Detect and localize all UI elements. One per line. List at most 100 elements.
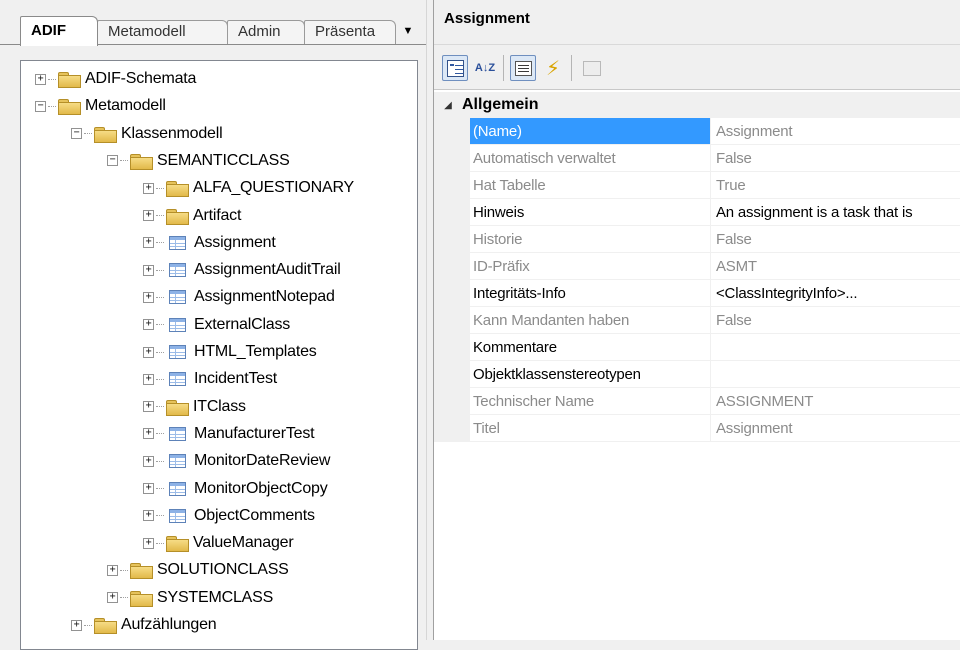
tree-item[interactable]: + ADIF-Schemata (35, 66, 196, 92)
property-value[interactable]: True (711, 172, 960, 199)
expand-icon[interactable]: + (71, 619, 82, 631)
expand-icon[interactable]: + (143, 373, 154, 385)
property-value[interactable]: ASMT (711, 253, 960, 280)
tree-item[interactable]: + IncidentTest (143, 366, 277, 392)
expand-icon[interactable]: + (143, 428, 154, 440)
tab-overflow-dropdown-icon[interactable]: ▼ (398, 22, 418, 40)
property-name[interactable]: Kann Mandanten haben (470, 307, 711, 334)
expand-icon[interactable]: + (143, 237, 154, 249)
property-name[interactable]: Automatisch verwaltet (470, 145, 711, 172)
property-row[interactable]: Kann Mandanten haben False (434, 307, 960, 334)
property-row[interactable]: Technischer Name ASSIGNMENT (434, 388, 960, 415)
property-row[interactable]: Automatisch verwaltet False (434, 145, 960, 172)
tab-praesentation[interactable]: Präsenta (304, 20, 396, 44)
property-value[interactable]: An assignment is a task that is (711, 199, 960, 226)
property-row-margin (434, 415, 470, 442)
property-value[interactable]: False (711, 226, 960, 253)
tree-item[interactable]: + ObjectComments (143, 503, 315, 529)
tab-adif[interactable]: ADIF (20, 16, 98, 46)
property-value[interactable] (711, 334, 960, 361)
expand-icon[interactable]: + (143, 401, 154, 413)
property-value[interactable]: Assignment (711, 415, 960, 442)
class-icon (169, 263, 186, 278)
property-pages-button[interactable] (579, 55, 605, 81)
property-name[interactable]: ID-Präfix (470, 253, 711, 280)
expand-icon[interactable]: + (143, 182, 154, 194)
property-value[interactable]: ASSIGNMENT (711, 388, 960, 415)
tree-item[interactable]: − SEMANTICCLASS (107, 148, 290, 174)
property-value[interactable]: Assignment (711, 118, 960, 145)
tree-item[interactable]: + ALFA_QUESTIONARY (143, 175, 354, 201)
property-row[interactable]: Kommentare (434, 334, 960, 361)
collapse-icon[interactable]: − (71, 128, 82, 140)
toolbar-separator (503, 55, 504, 81)
tree-item[interactable]: + Aufzählungen (71, 612, 217, 638)
expand-icon[interactable]: + (143, 291, 154, 303)
expand-icon[interactable]: + (143, 483, 154, 494)
property-row[interactable]: Hinweis An assignment is a task that is (434, 199, 960, 226)
expand-icon[interactable]: + (107, 592, 118, 604)
property-row[interactable]: Historie False (434, 226, 960, 253)
tree-item[interactable]: + ManufacturerTest (143, 421, 315, 447)
property-name[interactable]: Historie (470, 226, 711, 253)
property-row-margin (434, 118, 470, 145)
expand-icon[interactable]: + (143, 319, 154, 331)
expand-icon[interactable]: + (143, 346, 154, 358)
property-name[interactable]: Kommentare (470, 334, 711, 361)
tree-item[interactable]: + Artifact (143, 203, 241, 229)
tree-item[interactable]: + Assignment (143, 230, 276, 256)
collapse-icon[interactable]: − (35, 100, 46, 112)
tree-item[interactable]: − Klassenmodell (71, 121, 223, 147)
category-row-allgemein[interactable]: ◢ Allgemein (434, 92, 960, 118)
collapse-icon[interactable]: − (107, 155, 118, 167)
tree-item[interactable]: + AssignmentNotepad (143, 284, 335, 310)
tree-item-label: HTML_Templates (194, 343, 317, 360)
properties-button[interactable] (510, 55, 536, 81)
property-value[interactable]: False (711, 307, 960, 334)
property-value[interactable]: False (711, 145, 960, 172)
tree-connector (156, 215, 164, 216)
expand-icon[interactable]: + (143, 455, 154, 467)
tree-item[interactable]: + SOLUTIONCLASS (107, 557, 289, 583)
property-name[interactable]: (Name) (470, 118, 711, 145)
expand-icon[interactable]: + (143, 264, 154, 276)
expand-icon[interactable]: + (143, 537, 154, 549)
property-row[interactable]: (Name) Assignment (434, 118, 960, 145)
property-value[interactable] (711, 361, 960, 388)
tree-item[interactable]: + ValueManager (143, 530, 294, 556)
property-name[interactable]: Technischer Name (470, 388, 711, 415)
expand-icon[interactable]: + (35, 73, 46, 85)
property-name[interactable]: Objektklassenstereotypen (470, 361, 711, 388)
property-row[interactable]: Integritäts-Info <ClassIntegrityInfo>... (434, 280, 960, 307)
property-name[interactable]: Hinweis (470, 199, 711, 226)
property-row[interactable]: Titel Assignment (434, 415, 960, 442)
property-row[interactable]: ID-Präfix ASMT (434, 253, 960, 280)
categorized-button[interactable] (442, 55, 468, 81)
property-name[interactable]: Integritäts-Info (470, 280, 711, 307)
tree-item[interactable]: + ExternalClass (143, 312, 290, 338)
tree-item[interactable]: + MonitorDateReview (143, 448, 330, 474)
tree-view[interactable]: + ADIF-Schemata − Metamodell − Klassenmodell −… (20, 60, 418, 650)
tree-item[interactable]: + MonitorObjectCopy (143, 476, 328, 502)
expand-icon[interactable]: + (143, 510, 154, 522)
pane-splitter[interactable] (426, 0, 434, 640)
tree-item[interactable]: + ITClass (143, 394, 246, 420)
property-name[interactable]: Hat Tabelle (470, 172, 711, 199)
collapse-triangle-icon[interactable]: ◢ (434, 100, 462, 111)
tab-admin[interactable]: Admin (227, 20, 305, 44)
tab-strip: ADIF Metamodell Admin Präsenta ▼ (0, 0, 426, 46)
expand-icon[interactable]: + (143, 210, 154, 221)
tab-metamodell[interactable]: Metamodell (97, 20, 228, 44)
property-name[interactable]: Titel (470, 415, 711, 442)
tree-item[interactable]: − Metamodell (35, 93, 166, 119)
property-row[interactable]: Hat Tabelle True (434, 172, 960, 199)
tree-item[interactable]: + AssignmentAuditTrail (143, 257, 341, 283)
property-value[interactable]: <ClassIntegrityInfo>... (711, 280, 960, 307)
property-row[interactable]: Objektklassenstereotypen (434, 361, 960, 388)
tree-item[interactable]: + HTML_Templates (143, 339, 317, 365)
tree-item[interactable]: + SYSTEMCLASS (107, 585, 273, 611)
alphabetical-button[interactable]: A↓Z (472, 55, 498, 81)
events-button[interactable]: ⚡ (540, 55, 566, 81)
expand-icon[interactable]: + (107, 564, 118, 576)
tree-item-label: MonitorObjectCopy (194, 479, 328, 497)
